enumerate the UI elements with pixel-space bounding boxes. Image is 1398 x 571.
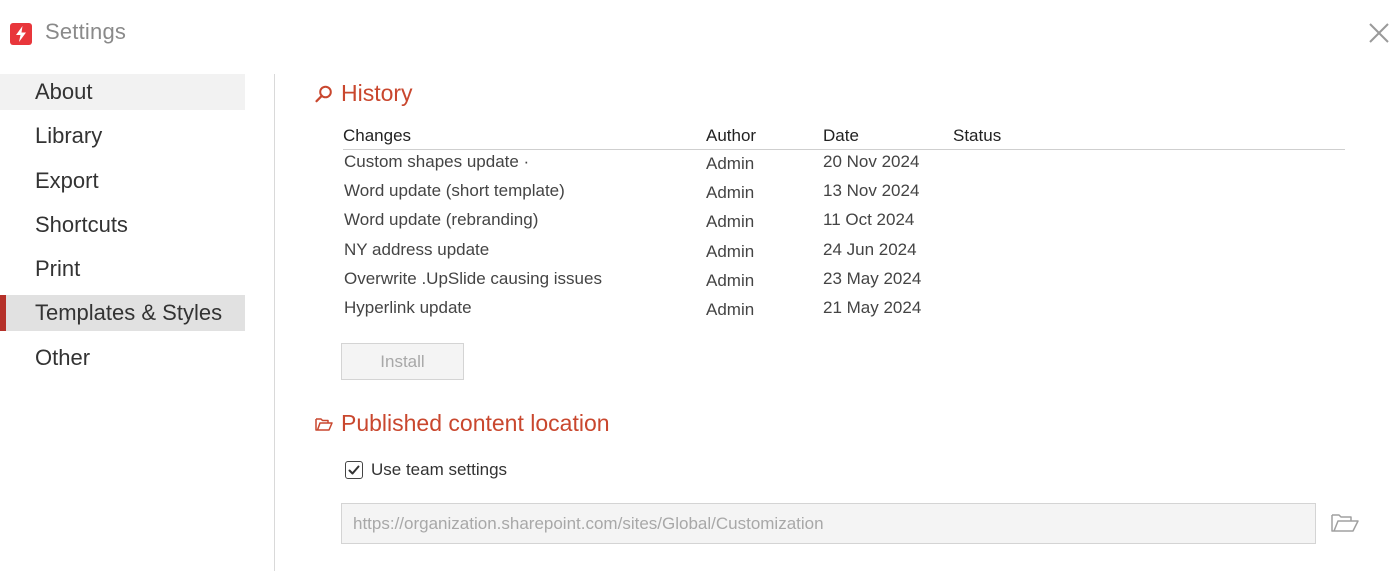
close-button[interactable] [1366,20,1392,46]
sidebar-item-about[interactable]: About [0,74,245,110]
folder-open-icon [314,414,334,434]
row-changes: NY address update [344,239,490,259]
history-title: History [341,80,413,106]
browse-folder-button[interactable] [1330,511,1360,535]
row-changes: Custom shapes update · [344,152,530,171]
row-author: Admin [706,183,755,203]
row-changes: Hyperlink update [344,297,472,317]
sidebar-item-other[interactable]: Other [0,340,245,376]
search-icon [314,84,334,104]
column-header-changes[interactable]: Changes [343,126,411,146]
row-changes: Overwrite .UpSlide causing issues [344,268,602,288]
row-date: 24 Jun 2024 [823,239,917,259]
table-row[interactable]: NY address update Admin 24 Jun 2024 [343,238,1345,267]
column-header-date[interactable]: Date [823,126,859,146]
window-title: Settings [45,19,127,44]
row-author: Admin [706,154,755,173]
row-author: Admin [706,270,755,290]
use-team-settings-label[interactable]: Use team settings [371,460,507,480]
table-row[interactable]: Hyperlink update Admin 21 May 2024 [343,296,1345,325]
upslide-logo-icon [10,23,32,45]
row-date: 13 Nov 2024 [823,181,920,201]
settings-window: Settings About Library Export Shortcuts … [0,0,1398,571]
published-title: Published content location [341,410,610,436]
use-team-settings-row: Use team settings [345,460,507,480]
column-header-status[interactable]: Status [953,126,1001,146]
sidebar-item-print[interactable]: Print [0,251,245,287]
table-row[interactable]: Word update (short template) Admin 13 No… [343,179,1345,208]
sidebar-divider [274,74,275,571]
sidebar-item-library[interactable]: Library [0,118,245,154]
use-team-settings-checkbox[interactable] [345,461,363,479]
row-changes: Word update (short template) [344,181,565,201]
history-table-header: Changes Author Date Status [343,124,1345,150]
row-changes: Word update (rebranding) [344,210,539,230]
table-row[interactable]: Custom shapes update · Admin 20 Nov 2024 [343,150,1345,179]
folder-open-icon [1331,514,1359,532]
published-section-header: Published content location [314,410,610,437]
settings-sidebar: About Library Export Shortcuts Print Tem… [0,74,245,384]
checkmark-icon [348,465,360,475]
row-date: 21 May 2024 [823,297,922,317]
table-row[interactable]: Overwrite .UpSlide causing issues Admin … [343,267,1345,296]
row-author: Admin [706,212,755,232]
row-author: Admin [706,241,755,261]
close-icon [1369,23,1389,43]
row-date: 11 Oct 2024 [823,210,915,230]
history-section-header: History [314,80,413,107]
row-author: Admin [706,299,755,319]
install-button[interactable]: Install [341,343,464,380]
column-header-author[interactable]: Author [706,126,756,146]
table-row[interactable]: Word update (rebranding) Admin 11 Oct 20… [343,208,1345,237]
history-table: Changes Author Date Status Custom shapes… [343,124,1345,325]
sidebar-item-export[interactable]: Export [0,163,245,199]
sidebar-item-templates-styles[interactable]: Templates & Styles [0,295,245,332]
published-location-input[interactable] [341,503,1316,544]
sidebar-item-shortcuts[interactable]: Shortcuts [0,207,245,243]
row-date: 20 Nov 2024 [823,152,920,171]
row-date: 23 May 2024 [823,268,922,288]
